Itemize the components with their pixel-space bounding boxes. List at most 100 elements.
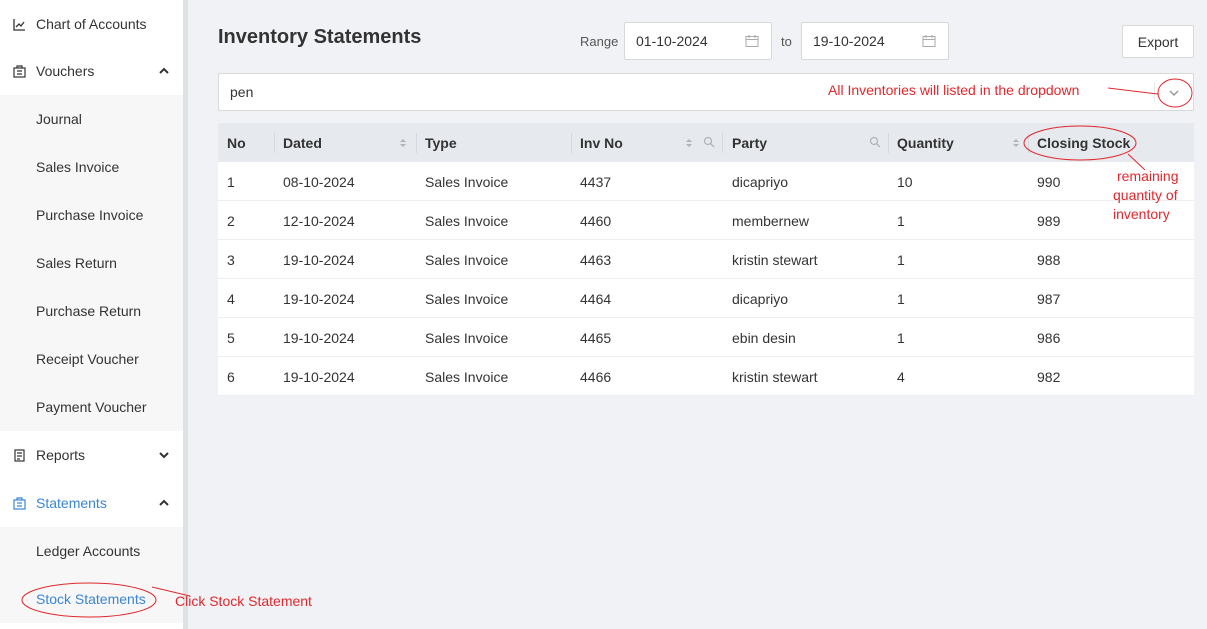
cell-quantity: 1 [897, 290, 905, 307]
table-row[interactable]: 1 08-10-2024 Sales Invoice 4437 dicapriyo 10 9… [218, 162, 1194, 201]
sidebar-item-stock-statements[interactable]: Stock Statements [0, 575, 183, 623]
cell-party: membernew [732, 212, 810, 229]
cell-dated: 19-10-2024 [283, 251, 355, 268]
cell-party: ebin desin [732, 329, 796, 346]
to-date-value: 19-10-2024 [813, 33, 885, 49]
sort-icon[interactable] [684, 136, 694, 150]
voucher-icon [12, 64, 26, 78]
cell-closing-stock: 990 [1037, 173, 1061, 190]
cell-inv-no: 4460 [580, 212, 612, 229]
cell-no: 3 [227, 251, 235, 268]
column-header-type: Type [425, 134, 457, 151]
sidebar-item-receipt-voucher[interactable]: Receipt Voucher [0, 335, 183, 383]
sidebar-item-label: Vouchers [36, 63, 95, 79]
cell-dated: 08-10-2024 [283, 173, 355, 190]
column-separator [888, 133, 889, 153]
sidebar-divider [183, 0, 188, 629]
sidebar-item-label: Sales Invoice [36, 159, 120, 175]
sidebar-item-statements[interactable]: Statements [0, 479, 183, 527]
annotation-closing-note-line1: remaining [1117, 168, 1179, 184]
cell-party: kristin stewart [732, 251, 818, 268]
column-header-party[interactable]: Party [732, 123, 767, 162]
cell-type: Sales Invoice [425, 173, 509, 190]
cell-type: Sales Invoice [425, 368, 509, 385]
chevron-up-icon [159, 499, 169, 506]
column-separator [1028, 133, 1029, 153]
cell-dated: 12-10-2024 [283, 212, 355, 229]
sidebar-item-label: Stock Statements [36, 591, 146, 607]
search-icon[interactable] [703, 136, 715, 148]
sort-icon[interactable] [398, 136, 408, 150]
cell-type: Sales Invoice [425, 251, 509, 268]
chevron-up-icon [159, 67, 169, 74]
sidebar-item-chart-of-accounts[interactable]: Chart of Accounts [0, 0, 183, 48]
column-separator [416, 133, 417, 153]
table-row[interactable]: 4 19-10-2024 Sales Invoice 4464 dicapriyo 1 98… [218, 279, 1194, 318]
cell-closing-stock: 986 [1037, 329, 1061, 346]
sidebar-item-label: Purchase Return [36, 303, 142, 319]
inventory-select-value: pen [230, 84, 254, 100]
cell-inv-no: 4466 [580, 368, 612, 385]
sidebar-item-journal[interactable]: Journal [0, 95, 183, 143]
cell-inv-no: 4437 [580, 173, 612, 190]
sidebar-item-vouchers[interactable]: Vouchers [0, 47, 183, 95]
column-header-dated[interactable]: Dated [283, 123, 322, 162]
calendar-icon [745, 35, 759, 47]
cell-party: dicapriyo [732, 173, 789, 190]
cell-dated: 19-10-2024 [283, 368, 355, 385]
cell-quantity: 1 [897, 329, 905, 346]
column-header-inv-no[interactable]: Inv No [580, 123, 623, 162]
sidebar-item-purchase-invoice[interactable]: Purchase Invoice [0, 191, 183, 239]
to-date-input[interactable]: 19-10-2024 [801, 22, 949, 60]
chevron-down-icon[interactable] [1167, 86, 1181, 100]
sidebar-item-sales-invoice[interactable]: Sales Invoice [0, 143, 183, 191]
cell-closing-stock: 987 [1037, 290, 1061, 307]
cell-party: kristin stewart [732, 368, 818, 385]
table-row[interactable]: 5 19-10-2024 Sales Invoice 4465 ebin desin 1 9… [218, 318, 1194, 357]
select-divider [1154, 82, 1155, 102]
sidebar-item-ledger-accounts[interactable]: Ledger Accounts [0, 527, 183, 575]
cell-inv-no: 4465 [580, 329, 612, 346]
range-label: Range [580, 34, 619, 49]
cell-dated: 19-10-2024 [283, 329, 355, 346]
cell-dated: 19-10-2024 [283, 290, 355, 307]
annotation-stock-note: Click Stock Statement [175, 593, 312, 609]
table-row[interactable]: 6 19-10-2024 Sales Invoice 4466 kristin stew… [218, 357, 1194, 396]
search-icon[interactable] [869, 136, 881, 148]
to-label: to [781, 34, 792, 49]
cell-closing-stock: 988 [1037, 251, 1061, 268]
cell-no: 6 [227, 368, 235, 385]
cell-closing-stock: 982 [1037, 368, 1061, 385]
sidebar-item-label: Journal [36, 111, 82, 127]
sidebar-item-sales-return[interactable]: Sales Return [0, 239, 183, 287]
sort-icon[interactable] [1011, 136, 1021, 150]
cell-quantity: 1 [897, 212, 905, 229]
column-separator [571, 133, 572, 153]
sidebar-item-label: Chart of Accounts [36, 16, 147, 32]
sidebar-item-label: Ledger Accounts [36, 543, 141, 559]
sidebar-item-payment-voucher[interactable]: Payment Voucher [0, 383, 183, 431]
table-row[interactable]: 2 12-10-2024 Sales Invoice 4460 membernew 1 98… [218, 201, 1194, 240]
chevron-down-icon [159, 452, 169, 459]
cell-quantity: 10 [897, 173, 913, 190]
cell-no: 5 [227, 329, 235, 346]
export-button[interactable]: Export [1122, 25, 1194, 58]
sidebar-item-purchase-return[interactable]: Purchase Return [0, 287, 183, 335]
cell-party: dicapriyo [732, 290, 789, 307]
table-row[interactable]: 3 19-10-2024 Sales Invoice 4463 kristin stew… [218, 240, 1194, 279]
statements-icon [12, 496, 26, 510]
sidebar-item-reports[interactable]: Reports [0, 431, 183, 479]
table-body: 1 08-10-2024 Sales Invoice 4437 dicapriyo 10 9… [218, 162, 1194, 396]
column-header-closing-stock: Closing Stock [1037, 134, 1131, 151]
cell-type: Sales Invoice [425, 329, 509, 346]
cell-type: Sales Invoice [425, 290, 509, 307]
column-header-quantity[interactable]: Quantity [897, 123, 954, 162]
from-date-input[interactable]: 01-10-2024 [624, 22, 772, 60]
cell-inv-no: 4463 [580, 251, 612, 268]
sidebar-item-label: Reports [36, 447, 86, 463]
cell-no: 4 [227, 290, 235, 307]
from-date-value: 01-10-2024 [636, 33, 708, 49]
sidebar-item-label: Payment Voucher [36, 399, 147, 415]
sidebar-item-label: Statements [36, 495, 107, 511]
annotation-closing-note-line2: quantity of [1113, 187, 1178, 203]
